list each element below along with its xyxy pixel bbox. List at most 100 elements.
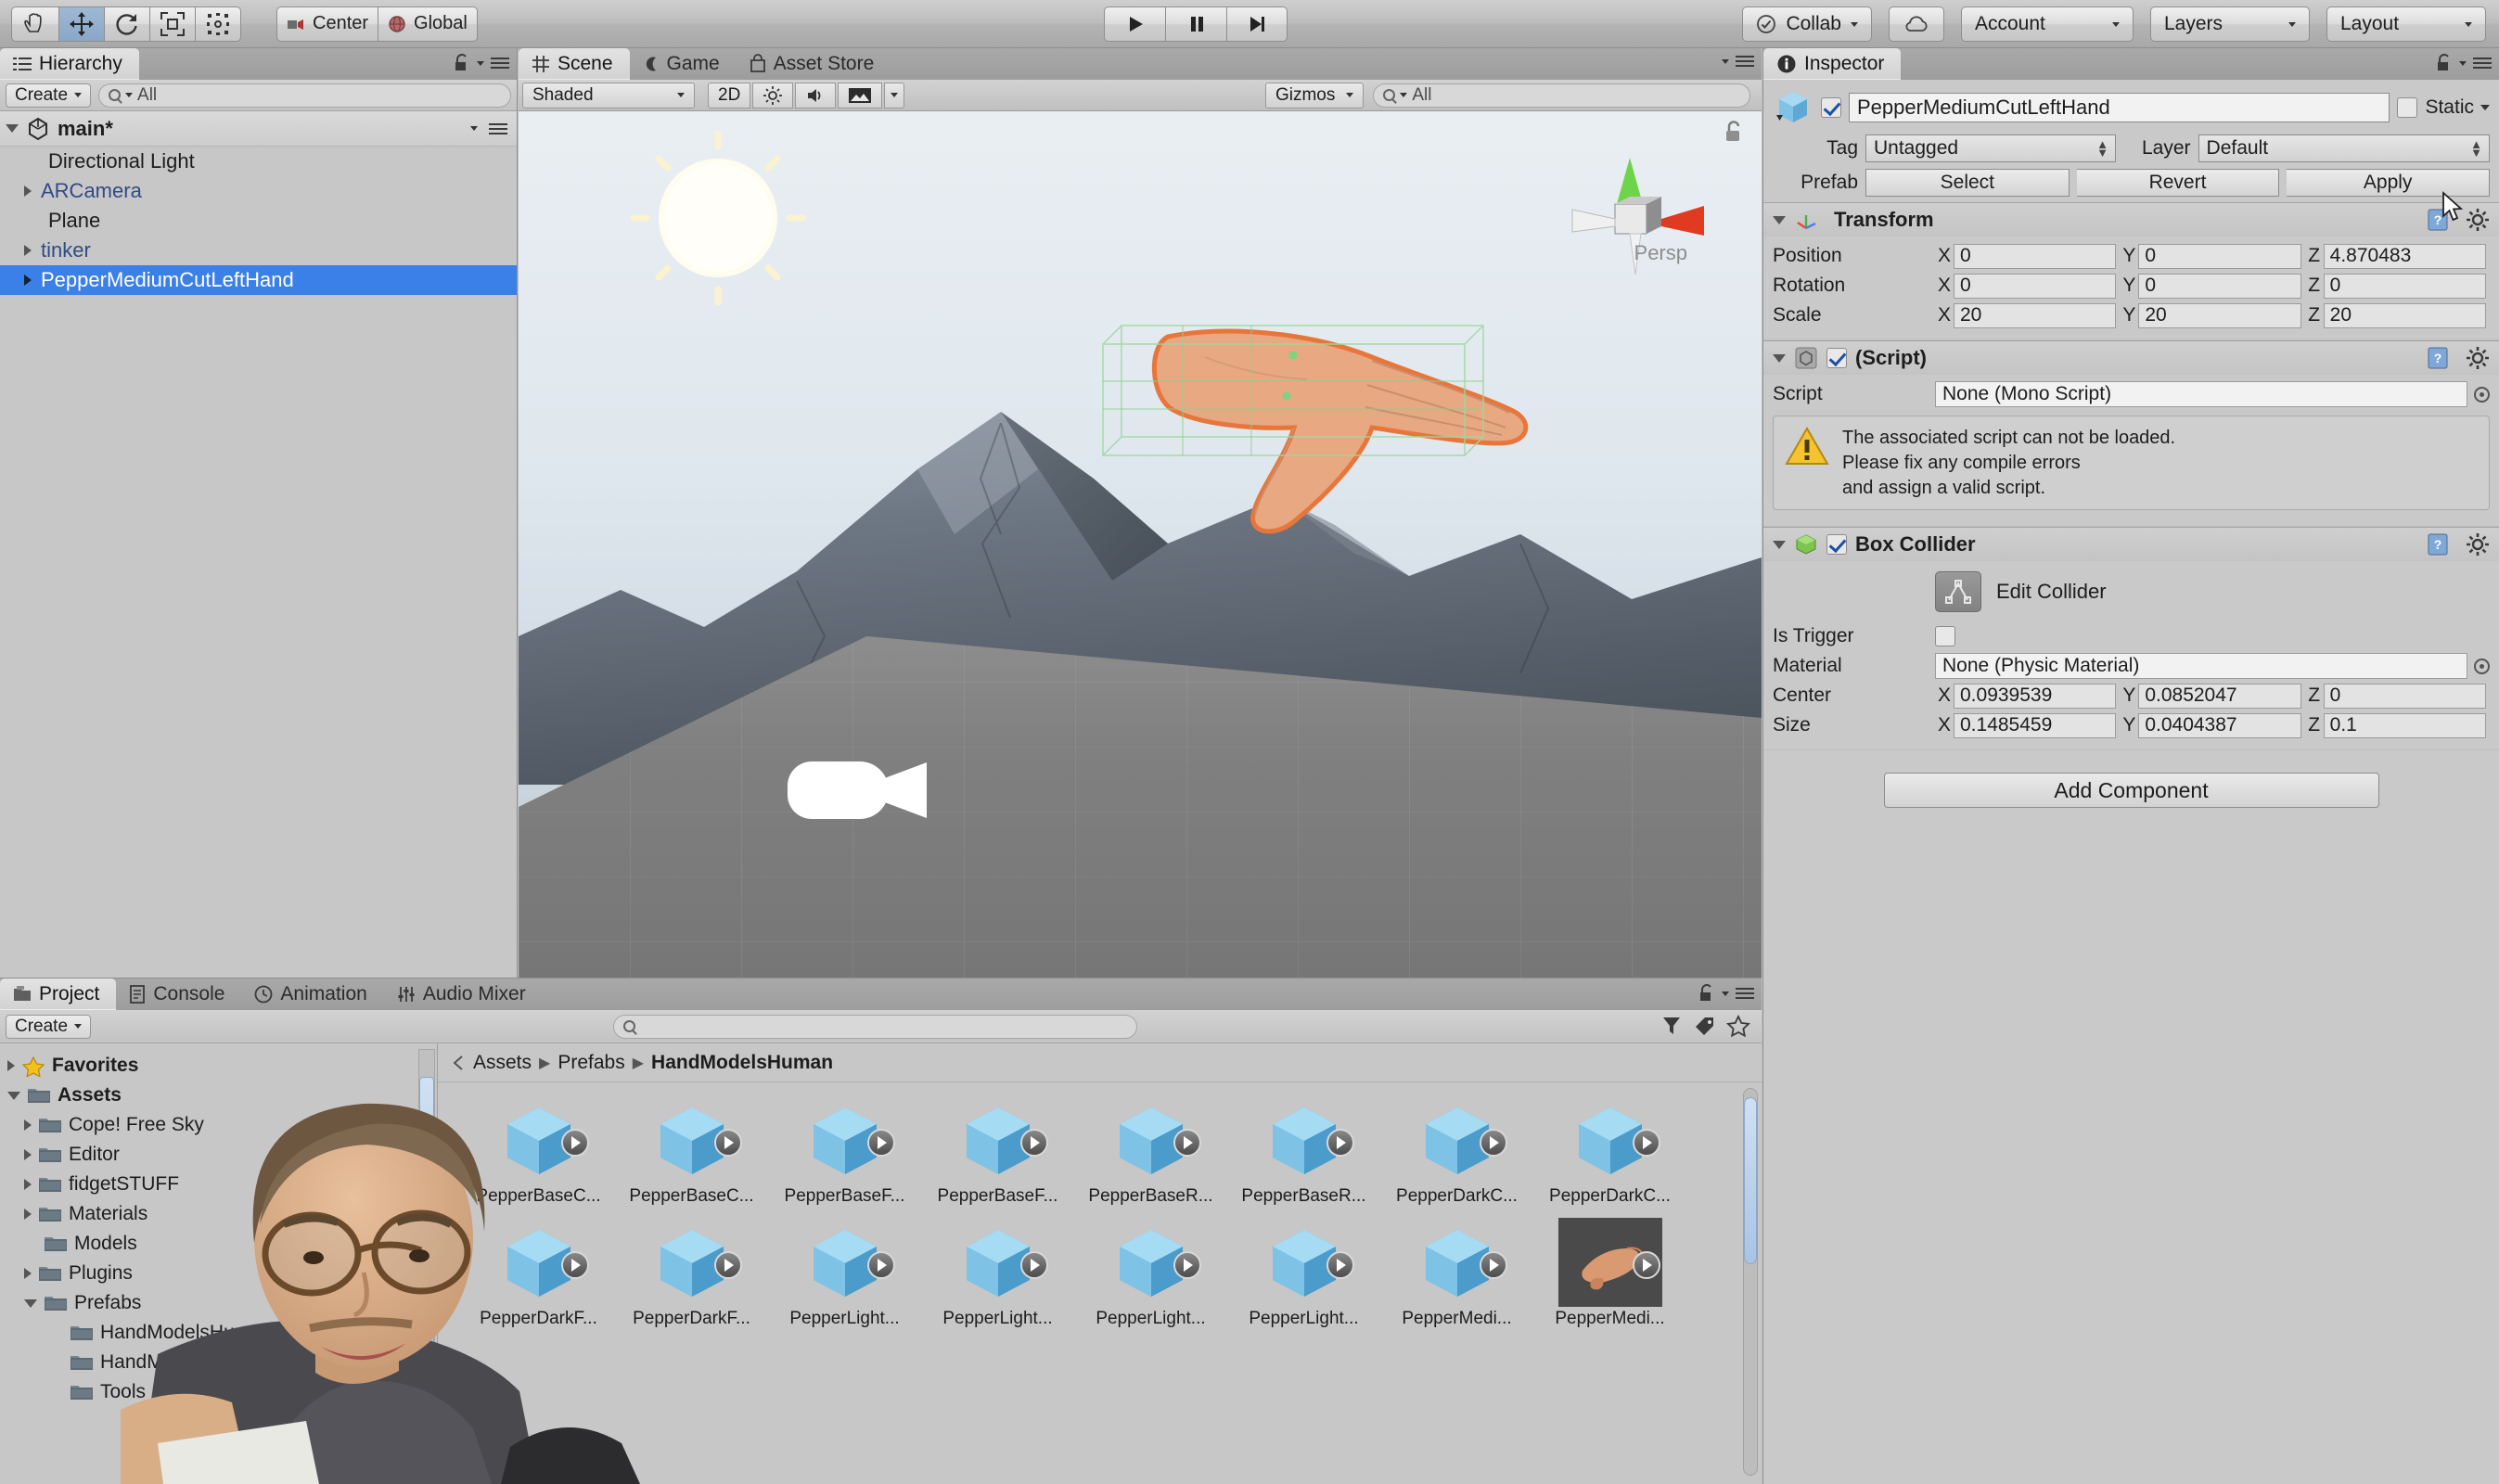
project-tree-item-tools[interactable]: Tools bbox=[0, 1377, 437, 1407]
project-tree-scrollbar[interactable] bbox=[418, 1049, 435, 1478]
transform-header[interactable]: Transform ? bbox=[1763, 203, 2499, 237]
draw-mode-dropdown[interactable]: Shaded bbox=[522, 82, 695, 109]
transform-tools-group[interactable] bbox=[11, 6, 241, 42]
transform-position-x-input[interactable]: 0 bbox=[1954, 243, 2117, 269]
asset-thumbnail[interactable] bbox=[1558, 1095, 1662, 1184]
asset-item[interactable]: PepperBaseC... bbox=[615, 1095, 768, 1218]
filter-by-type-icon[interactable] bbox=[1660, 1015, 1684, 1039]
asset-thumbnail[interactable] bbox=[1099, 1218, 1203, 1307]
collab-button[interactable]: Collab bbox=[1742, 6, 1872, 42]
static-checkbox[interactable] bbox=[2397, 97, 2418, 118]
asset-thumbnail[interactable] bbox=[793, 1218, 897, 1307]
asset-item[interactable]: PepperMedi... bbox=[1533, 1218, 1686, 1340]
project-tree-item-fidgetstuff[interactable]: fidgetSTUFF bbox=[0, 1170, 437, 1199]
hierarchy-scene-row[interactable]: main* bbox=[0, 111, 517, 147]
asset-thumbnail[interactable] bbox=[487, 1218, 591, 1307]
static-caret-icon[interactable] bbox=[2480, 105, 2490, 110]
prefab-play-badge-icon[interactable] bbox=[713, 1251, 742, 1279]
project-tree-item-prefabs[interactable]: Prefabs bbox=[0, 1288, 437, 1318]
is-trigger-checkbox[interactable] bbox=[1935, 626, 1955, 647]
size-y-input[interactable]: 0.0404387 bbox=[2138, 712, 2301, 738]
asset-thumbnail[interactable] bbox=[1099, 1095, 1203, 1184]
prefab-play-badge-icon[interactable] bbox=[1479, 1129, 1507, 1157]
scene-canvas[interactable]: Persp bbox=[519, 111, 1762, 1007]
asset-item[interactable]: PepperDarkF... bbox=[615, 1218, 768, 1340]
asset-thumbnail[interactable] bbox=[793, 1095, 897, 1184]
hierarchy-search-input[interactable]: All bbox=[98, 83, 511, 108]
size-x-input[interactable]: 0.1485459 bbox=[1954, 712, 2117, 738]
pivot-rotation-button[interactable]: Global bbox=[378, 6, 478, 42]
account-button[interactable]: Account bbox=[1961, 6, 2134, 42]
scene-search-input[interactable]: All bbox=[1373, 83, 1751, 108]
edit-collider-button[interactable] bbox=[1935, 571, 1981, 613]
project-tree-item-assets[interactable]: Assets bbox=[0, 1081, 437, 1110]
prefab-play-badge-icon[interactable] bbox=[1326, 1129, 1354, 1157]
asset-item[interactable]: PepperDarkC... bbox=[1380, 1095, 1533, 1218]
scene-menu-caret-icon-2[interactable] bbox=[1722, 58, 1729, 64]
asset-thumbnail[interactable] bbox=[1405, 1218, 1509, 1307]
lock-icon[interactable] bbox=[2436, 54, 2453, 72]
playback-controls[interactable] bbox=[1104, 0, 1288, 48]
prefab-play-badge-icon[interactable] bbox=[713, 1129, 742, 1157]
prefab-play-badge-icon[interactable] bbox=[560, 1129, 589, 1157]
tree-expand-arrow-icon[interactable] bbox=[24, 1268, 32, 1279]
collider-material-field[interactable]: None (Physic Material) bbox=[1935, 653, 2467, 680]
asset-grid-scroll-thumb[interactable] bbox=[1744, 1097, 1757, 1264]
project-tree-scroll-thumb[interactable] bbox=[419, 1077, 434, 1355]
transform-position-y-input[interactable]: 0 bbox=[2138, 243, 2301, 269]
project-tree-item-favorites[interactable]: Favorites bbox=[0, 1051, 437, 1081]
asset-thumbnail[interactable] bbox=[946, 1095, 1050, 1184]
asset-item[interactable]: PepperBaseR... bbox=[1074, 1095, 1227, 1218]
project-menu-caret-icon[interactable] bbox=[1722, 991, 1729, 996]
camera-gizmo-icon[interactable] bbox=[778, 738, 955, 840]
transform-scale-x-input[interactable]: 20 bbox=[1954, 302, 2117, 328]
box-collider-enabled-checkbox[interactable] bbox=[1826, 534, 1847, 556]
breadcrumb-back-icon[interactable] bbox=[451, 1055, 466, 1071]
prefab-revert-button[interactable]: Revert bbox=[2076, 169, 2280, 197]
project-tab-tools[interactable] bbox=[1698, 984, 1754, 1003]
script-foldout-icon[interactable] bbox=[1773, 353, 1786, 363]
move-tool-button[interactable] bbox=[58, 6, 104, 42]
inspector-menu-caret-icon[interactable] bbox=[2459, 60, 2467, 66]
tab-project[interactable]: Project bbox=[0, 979, 117, 1010]
hierarchy-item-expand-arrow-icon[interactable] bbox=[24, 275, 32, 286]
rect-tool-button[interactable] bbox=[195, 6, 241, 42]
asset-thumbnail[interactable] bbox=[640, 1095, 744, 1184]
center-z-input[interactable]: 0 bbox=[2323, 683, 2486, 709]
gizmos-dropdown[interactable]: Gizmos bbox=[1264, 82, 1365, 109]
transform-scale-y-input[interactable]: 20 bbox=[2138, 302, 2301, 328]
transform-rotation-z-input[interactable]: 0 bbox=[2323, 273, 2486, 299]
asset-item[interactable]: PepperLight... bbox=[1227, 1218, 1380, 1340]
asset-item[interactable]: PepperDarkF... bbox=[462, 1218, 615, 1340]
asset-item[interactable]: PepperLight... bbox=[921, 1218, 1074, 1340]
step-button[interactable] bbox=[1226, 6, 1288, 42]
hierarchy-menu-icon[interactable] bbox=[491, 56, 509, 70]
lock-icon[interactable] bbox=[454, 54, 470, 72]
asset-grid-scrollbar[interactable] bbox=[1743, 1088, 1758, 1476]
scene-expand-arrow-icon[interactable] bbox=[6, 124, 19, 133]
project-tree-item-models[interactable]: Models bbox=[0, 1229, 437, 1259]
fx-dropdown[interactable] bbox=[884, 82, 905, 109]
prefab-play-badge-icon[interactable] bbox=[866, 1251, 895, 1279]
hierarchy-item-expand-arrow-icon[interactable] bbox=[24, 186, 32, 197]
tree-expand-arrow-icon[interactable] bbox=[24, 1149, 32, 1160]
asset-item[interactable]: PepperLight... bbox=[1074, 1218, 1227, 1340]
hand-model-selected[interactable] bbox=[1094, 320, 1539, 561]
hierarchy-menu-caret-icon[interactable] bbox=[477, 60, 484, 66]
toggle-lighting-button[interactable] bbox=[752, 82, 794, 109]
box-collider-help-icon[interactable]: ? bbox=[2426, 532, 2450, 556]
tree-expand-arrow-icon[interactable] bbox=[7, 1060, 15, 1071]
asset-item[interactable]: PepperBaseF... bbox=[768, 1095, 921, 1218]
prefab-play-badge-icon[interactable] bbox=[1632, 1251, 1660, 1279]
tree-collapse-arrow-icon[interactable] bbox=[7, 1091, 20, 1100]
hierarchy-item-expand-arrow-icon[interactable] bbox=[24, 245, 32, 256]
toggle-audio-button[interactable] bbox=[795, 82, 837, 109]
breadcrumb-prefabs[interactable]: Prefabs bbox=[557, 1052, 624, 1074]
project-tree-item-cope-free-sky[interactable]: Cope! Free Sky bbox=[0, 1110, 437, 1140]
inspector-menu-icon[interactable] bbox=[2473, 56, 2492, 70]
asset-item[interactable]: PepperBaseC... bbox=[462, 1095, 615, 1218]
transform-foldout-icon[interactable] bbox=[1773, 215, 1786, 224]
hierarchy-item-peppermediumcutlefthand[interactable]: PepperMediumCutLeftHand bbox=[0, 265, 517, 295]
script-settings-gear-icon[interactable] bbox=[2466, 346, 2490, 370]
pause-button[interactable] bbox=[1165, 6, 1226, 42]
